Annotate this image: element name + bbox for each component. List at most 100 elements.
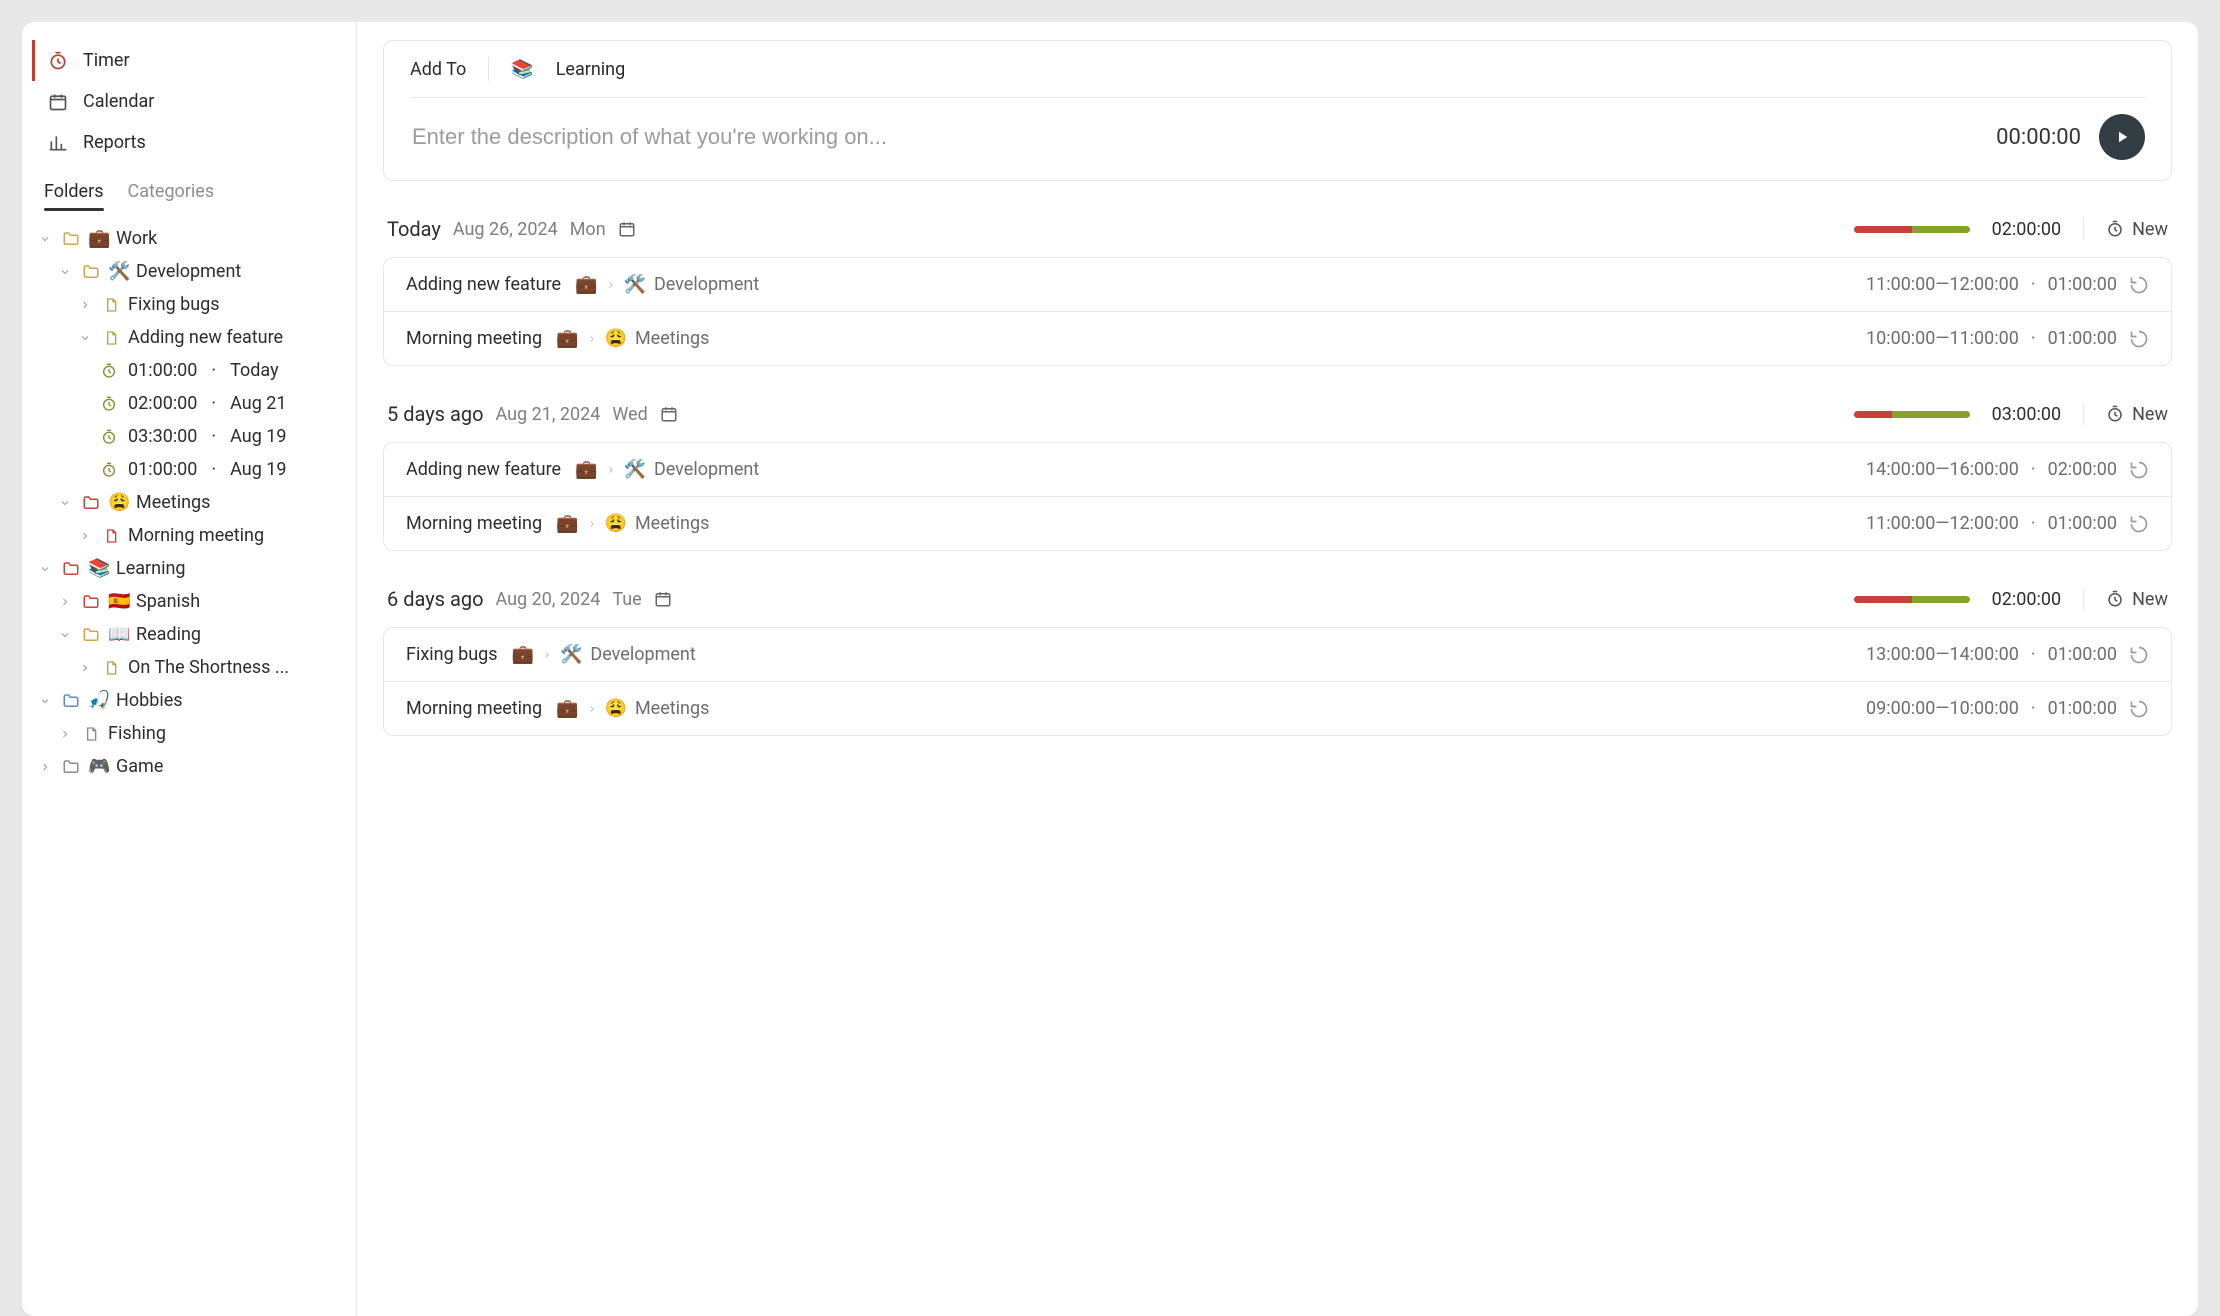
addto-label[interactable]: Add To: [410, 59, 466, 80]
tree-label: On The Shortness ...: [128, 657, 289, 678]
chevron-right-icon: [56, 728, 74, 740]
tree-time-entry[interactable]: 01:00:00 · Aug 19: [36, 453, 346, 486]
time-bar: [1854, 226, 1970, 233]
dot-separator: ·: [2031, 274, 2036, 295]
emoji-icon: 🎣: [88, 690, 108, 711]
target-label[interactable]: Learning: [556, 59, 626, 80]
tree-time-entry[interactable]: 03:30:00 · Aug 19: [36, 420, 346, 453]
play-button[interactable]: [2099, 114, 2145, 160]
stopwatch-icon: [100, 429, 118, 445]
breadcrumb: 💼 🛠️ Development: [575, 274, 759, 295]
new-entry-button[interactable]: New: [2106, 404, 2168, 425]
time-entry[interactable]: Morning meeting 💼 😩 Meetings 11:00:00—12…: [383, 497, 2172, 551]
elapsed-time: 00:00:00: [1996, 125, 2081, 150]
nav-timer[interactable]: Timer: [32, 40, 346, 81]
separator: [488, 57, 489, 81]
tree-label: Development: [136, 261, 241, 282]
stopwatch-icon: [100, 462, 118, 478]
tree-folder-spanish[interactable]: 🇪🇸 Spanish: [36, 585, 346, 618]
tree-time-entry[interactable]: 02:00:00 · Aug 21: [36, 387, 346, 420]
document-icon: [102, 660, 120, 676]
emoji-icon: 💼: [556, 513, 578, 534]
tree-folder-meetings[interactable]: 😩 Meetings: [36, 486, 346, 519]
new-label: New: [2132, 219, 2168, 240]
entry-name: Morning meeting: [406, 698, 542, 719]
tree-item-shortness[interactable]: On The Shortness ...: [36, 651, 346, 684]
group-header: 6 days ago Aug 20, 2024 Tue 02:00:00 New: [383, 587, 2172, 621]
time-entry[interactable]: Morning meeting 💼 😩 Meetings 09:00:00—10…: [383, 682, 2172, 736]
emoji-icon: 📖: [108, 624, 128, 645]
date-label: Aug 21: [230, 393, 286, 414]
tree-folder-development[interactable]: 🛠️ Development: [36, 255, 346, 288]
restart-button[interactable]: [2129, 699, 2149, 719]
calendar-icon: [47, 92, 69, 112]
entries-list: Fixing bugs 💼 🛠️ Development 13:00:00—14…: [383, 627, 2172, 736]
time-entry[interactable]: Adding new feature 💼 🛠️ Development 11:0…: [383, 257, 2172, 312]
description-input[interactable]: [410, 123, 1978, 151]
breadcrumb: 💼 😩 Meetings: [556, 698, 709, 719]
restart-button[interactable]: [2129, 460, 2149, 480]
tree-label: Game: [116, 756, 163, 777]
calendar-icon[interactable]: [660, 405, 678, 423]
tree-folder-reading[interactable]: 📖 Reading: [36, 618, 346, 651]
category-label: Development: [654, 274, 759, 295]
dot-separator: ·: [2031, 644, 2036, 665]
restart-button[interactable]: [2129, 514, 2149, 534]
tree-item-morning-meeting[interactable]: Morning meeting: [36, 519, 346, 552]
tree-folder-game[interactable]: 🎮 Game: [36, 750, 346, 783]
time-entry[interactable]: Morning meeting 💼 😩 Meetings 10:00:00—11…: [383, 312, 2172, 366]
duration: 01:00:00: [2048, 644, 2117, 665]
new-entry-button[interactable]: New: [2106, 219, 2168, 240]
entry-name: Adding new feature: [406, 459, 561, 480]
entry-name: Fixing bugs: [406, 644, 498, 665]
folder-icon: [82, 593, 100, 611]
calendar-icon[interactable]: [618, 220, 636, 238]
tree-item-fixing-bugs[interactable]: Fixing bugs: [36, 288, 346, 321]
emoji-icon: 💼: [575, 274, 597, 295]
stopwatch-icon: [100, 363, 118, 379]
nav-reports[interactable]: Reports: [32, 122, 346, 163]
tree-folder-learning[interactable]: 📚 Learning: [36, 552, 346, 585]
restart-button[interactable]: [2129, 645, 2149, 665]
entries-list: Adding new feature 💼 🛠️ Development 11:0…: [383, 257, 2172, 366]
entry-name: Morning meeting: [406, 513, 542, 534]
emoji-icon: 🛠️: [624, 274, 646, 295]
tab-categories[interactable]: Categories: [128, 181, 215, 210]
chevron-down-icon: [36, 695, 54, 707]
dot-separator: ·: [2031, 459, 2036, 480]
tree-label: Adding new feature: [128, 327, 283, 348]
restart-button[interactable]: [2129, 329, 2149, 349]
group-title: 5 days ago: [387, 402, 483, 426]
emoji-icon: 🇪🇸: [108, 591, 128, 612]
group-title: Today: [387, 217, 441, 241]
chevron-down-icon: [56, 629, 74, 641]
new-entry-button[interactable]: New: [2106, 589, 2168, 610]
nav-calendar[interactable]: Calendar: [32, 81, 346, 122]
nav-calendar-label: Calendar: [83, 91, 154, 112]
tree-folder-hobbies[interactable]: 🎣 Hobbies: [36, 684, 346, 717]
calendar-icon[interactable]: [654, 590, 672, 608]
chevron-down-icon: [56, 497, 74, 509]
dot-separator: ·: [211, 393, 216, 414]
restart-button[interactable]: [2129, 275, 2149, 295]
tree-item-adding-feature[interactable]: Adding new feature: [36, 321, 346, 354]
tree-folder-work[interactable]: 💼 Work: [36, 222, 346, 255]
chevron-down-icon: [76, 332, 94, 344]
time-entry[interactable]: Adding new feature 💼 🛠️ Development 14:0…: [383, 442, 2172, 497]
day-group: 5 days ago Aug 21, 2024 Wed 03:00:00 New…: [383, 402, 2172, 551]
emoji-icon: 📚: [88, 558, 108, 579]
dot-separator: ·: [211, 360, 216, 381]
group-header: Today Aug 26, 2024 Mon 02:00:00 New: [383, 217, 2172, 251]
time-range: 10:00:00—11:00:00: [1866, 328, 2019, 349]
tree-time-entry[interactable]: 01:00:00 · Today: [36, 354, 346, 387]
time-range: 11:00:00—12:00:00: [1866, 513, 2019, 534]
time-entry[interactable]: Fixing bugs 💼 🛠️ Development 13:00:00—14…: [383, 627, 2172, 682]
group-title: 6 days ago: [387, 587, 483, 611]
emoji-icon: 😩: [605, 513, 627, 534]
tree-item-fishing[interactable]: Fishing: [36, 717, 346, 750]
chevron-down-icon: [36, 233, 54, 245]
entry-name: Morning meeting: [406, 328, 542, 349]
tree-label: Work: [116, 228, 157, 249]
new-label: New: [2132, 404, 2168, 425]
tab-folders[interactable]: Folders: [44, 181, 104, 210]
